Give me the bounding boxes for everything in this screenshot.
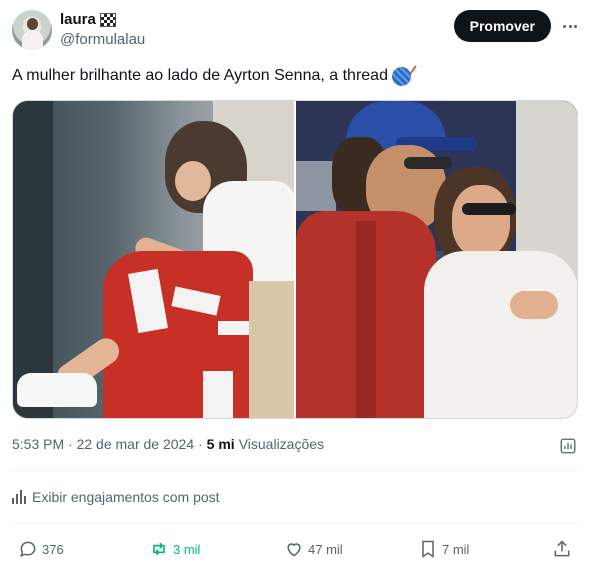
media-gallery <box>12 100 578 419</box>
views-label: Visualizações <box>238 436 325 452</box>
reply-count: 376 <box>42 541 64 557</box>
divider <box>12 523 578 524</box>
analytics-icon[interactable] <box>559 437 577 455</box>
photo-senna-and-woman[interactable] <box>296 101 577 418</box>
divider <box>12 470 578 471</box>
checkered-flag-icon <box>99 13 116 27</box>
yarn-ball-icon <box>391 66 411 86</box>
repost-button[interactable]: 3 mil <box>149 536 200 562</box>
tweet-meta: 5:53 PM · 22 de mar de 2024 · 5 mi Visua… <box>12 434 324 454</box>
bookmark-count: 7 mil <box>442 541 470 557</box>
engagements-bars-icon <box>12 490 26 504</box>
author-info: laura @formulalau <box>60 10 145 50</box>
tweet-text: A mulher brilhante ao lado de Ayrton Sen… <box>12 65 411 87</box>
engagements-label: Exibir engajamentos com post <box>32 489 220 505</box>
repost-count: 3 mil <box>173 541 201 557</box>
share-icon <box>554 540 570 557</box>
avatar[interactable] <box>12 10 52 50</box>
bookmark-button[interactable]: 7 mil <box>418 536 469 562</box>
view-engagements-link[interactable]: Exibir engajamentos com post <box>12 487 220 507</box>
display-name[interactable]: laura <box>60 10 96 30</box>
avatar-body <box>22 30 43 50</box>
photo-woman-sewing[interactable] <box>13 101 294 418</box>
like-button[interactable]: 47 mil <box>284 536 343 562</box>
reply-icon <box>20 541 36 557</box>
bookmark-icon <box>422 540 434 558</box>
heart-icon <box>287 543 301 557</box>
like-count: 47 mil <box>308 541 343 557</box>
action-bar: 376 3 mil 47 mil 7 mil <box>12 536 578 562</box>
reply-button[interactable]: 376 <box>18 536 64 562</box>
share-button[interactable] <box>552 536 572 562</box>
timestamp[interactable]: 5:53 PM · 22 de mar de 2024 · <box>12 434 203 454</box>
tweet-header: laura @formulalau Promover <box>12 8 586 52</box>
author-handle[interactable]: @formulalau <box>60 30 145 50</box>
more-options-icon[interactable] <box>560 16 580 36</box>
author-name-row[interactable]: laura <box>60 10 145 30</box>
repost-icon <box>153 542 165 556</box>
avatar-head <box>27 18 38 30</box>
tweet-text-content: A mulher brilhante ao lado de Ayrton Sen… <box>12 67 388 84</box>
views-count: 5 mi <box>206 436 235 452</box>
promote-button[interactable]: Promover <box>453 10 551 42</box>
